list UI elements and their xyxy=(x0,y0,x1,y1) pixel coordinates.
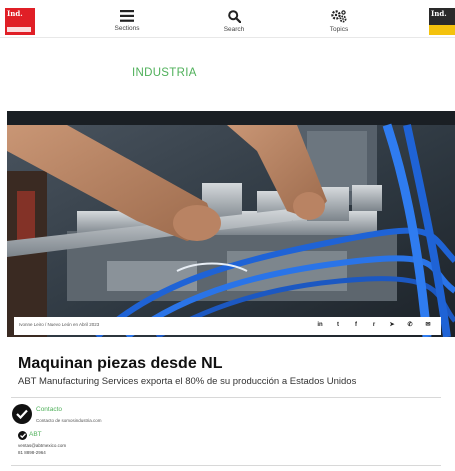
nav-sections-button[interactable]: Sections xyxy=(97,10,157,32)
linkedin-icon[interactable]: in xyxy=(315,320,325,330)
partner-logo[interactable]: Ind. xyxy=(429,8,455,35)
search-icon xyxy=(227,10,241,23)
whatsapp-icon[interactable]: ✆ xyxy=(405,320,415,330)
divider xyxy=(11,397,441,398)
partner-logo-text: Ind. xyxy=(431,9,447,18)
contact-email[interactable]: Contacto de somosindustria.com xyxy=(36,418,102,423)
twitter-icon[interactable]: t xyxy=(333,320,343,330)
article-subtitle: ABT Manufacturing Services exporta el 80… xyxy=(18,376,357,387)
contact-link[interactable]: Contacto xyxy=(36,406,62,413)
email-icon[interactable]: ✉ xyxy=(423,320,433,330)
company-email[interactable]: ventas@abtmexico.com xyxy=(18,443,66,448)
top-navigation-bar: Ind. Sections Search Topics Ind. xyxy=(0,0,455,38)
site-logo-text: Ind. xyxy=(7,9,23,18)
company-link[interactable]: ABT xyxy=(29,431,42,438)
article-hero-image xyxy=(7,111,455,337)
nav-search-label: Search xyxy=(223,26,245,33)
nav-topics-button[interactable]: Topics xyxy=(309,10,369,33)
site-logo-stripe xyxy=(7,27,31,32)
nav-topics-label: Topics xyxy=(329,26,349,33)
nav-search-button[interactable]: Search xyxy=(204,10,264,33)
facebook-icon[interactable]: f xyxy=(351,320,361,330)
article-category[interactable]: INDUSTRIA xyxy=(132,67,197,79)
telegram-icon[interactable]: ➤ xyxy=(387,320,397,330)
article-title: Maquinan piezas desde NL xyxy=(18,355,223,372)
nav-sections-label: Sections xyxy=(114,25,140,32)
partner-logo-band xyxy=(429,25,455,35)
image-credit: Ivonne Leiro / Nuevo León en Abril 2023 xyxy=(19,322,100,327)
reddit-icon[interactable]: r xyxy=(369,320,379,330)
hamburger-icon xyxy=(120,10,134,22)
site-logo[interactable]: Ind. xyxy=(5,8,35,35)
check-icon xyxy=(12,404,32,424)
share-icons: in t f r ➤ ✆ ✉ xyxy=(315,320,433,330)
gears-icon xyxy=(331,10,347,23)
image-credit-bar: Ivonne Leiro / Nuevo León en Abril 2023 … xyxy=(14,317,441,335)
divider xyxy=(11,465,441,466)
check-icon xyxy=(18,431,27,440)
company-phone[interactable]: 81 8898-2964 xyxy=(18,450,46,455)
